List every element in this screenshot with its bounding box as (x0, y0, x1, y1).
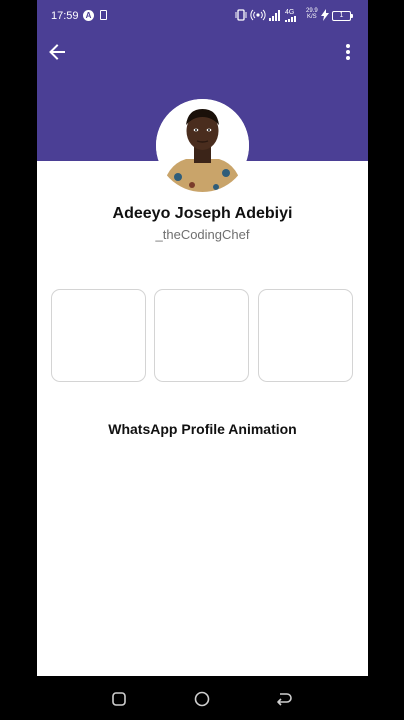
recent-apps-button[interactable] (110, 690, 128, 708)
profile-name: Adeeyo Joseph Adebiyi (112, 205, 293, 222)
more-options-button[interactable] (336, 40, 360, 64)
home-button[interactable] (193, 690, 211, 708)
avatar-photo (156, 99, 249, 192)
signal-icon (269, 10, 282, 24)
arrow-left-icon (49, 44, 65, 60)
app-screen: 17:59 A 4G 29.9 K/S 1 Adeeyo Joseph Adeb… (37, 0, 368, 676)
status-time: 17:59 (51, 10, 79, 22)
system-nav-bar (0, 676, 404, 720)
system-back-button[interactable] (275, 690, 293, 708)
battery-icon: 1 (332, 11, 353, 21)
status-bar: 17:59 A 4G 29.9 K/S 1 (37, 0, 368, 32)
network-speed: 29.9 K/S (306, 8, 318, 20)
more-vert-icon (346, 44, 350, 60)
hotspot-icon (250, 9, 266, 24)
back-button[interactable] (45, 40, 69, 64)
vibrate-icon (234, 9, 248, 24)
circle-icon (194, 691, 210, 707)
screen: 17:59 A 4G 29.9 K/S 1 Adeeyo Joseph Adeb… (0, 0, 404, 720)
action-card-3[interactable] (258, 289, 353, 382)
network-type-label: 4G (285, 9, 299, 24)
action-card-2[interactable] (154, 289, 249, 382)
return-icon (277, 693, 292, 706)
profile-handle: _theCodingChef (155, 227, 250, 242)
charging-bolt-icon (321, 9, 329, 24)
square-icon (112, 692, 126, 706)
profile-avatar[interactable] (156, 99, 249, 192)
sim-card-icon (100, 10, 107, 20)
app-notification-icon: A (83, 10, 94, 21)
caption-text: WhatsApp Profile Animation (108, 421, 297, 437)
action-card-1[interactable] (51, 289, 146, 382)
